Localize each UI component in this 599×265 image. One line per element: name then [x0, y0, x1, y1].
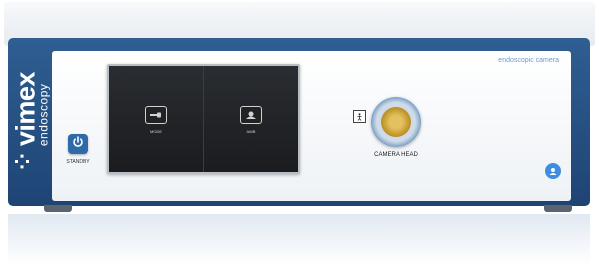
device-foot-right [544, 205, 572, 212]
standby-label: STANDBY [66, 159, 90, 165]
camera-head-socket[interactable] [371, 97, 421, 147]
awb-button[interactable]: AWB [203, 66, 298, 172]
brand-wordmark: vimex endoscopy [10, 72, 51, 147]
standby-button[interactable] [68, 134, 88, 154]
brand-mark-icon: ⁘ [10, 152, 35, 170]
brand-subtitle: endoscopy [36, 83, 51, 147]
awb-label: AWB [246, 129, 256, 134]
brand-strip: ⁘ vimex endoscopy [11, 46, 51, 196]
socket-pins [381, 107, 411, 137]
device-reflection [8, 214, 590, 265]
bf-applied-part-icon [353, 110, 366, 123]
device-foot-left [44, 205, 72, 212]
endoscope-mode-icon [145, 106, 167, 124]
brand-logo-vertical: ⁘ vimex endoscopy [10, 72, 51, 170]
power-icon [72, 135, 84, 153]
mode-label: MODE [150, 129, 162, 134]
touchscreen: MODE AWB [107, 64, 300, 174]
service-icon [545, 163, 561, 179]
product-label: endoscopic camera [498, 57, 559, 64]
front-panel: endoscopic camera STANDBY MODE AWB CAMER… [52, 51, 571, 201]
camera-head-label: CAMERA HEAD [374, 152, 418, 158]
mode-button[interactable]: MODE [109, 66, 203, 172]
white-balance-icon [240, 106, 262, 124]
brand-name: vimex [10, 72, 41, 147]
